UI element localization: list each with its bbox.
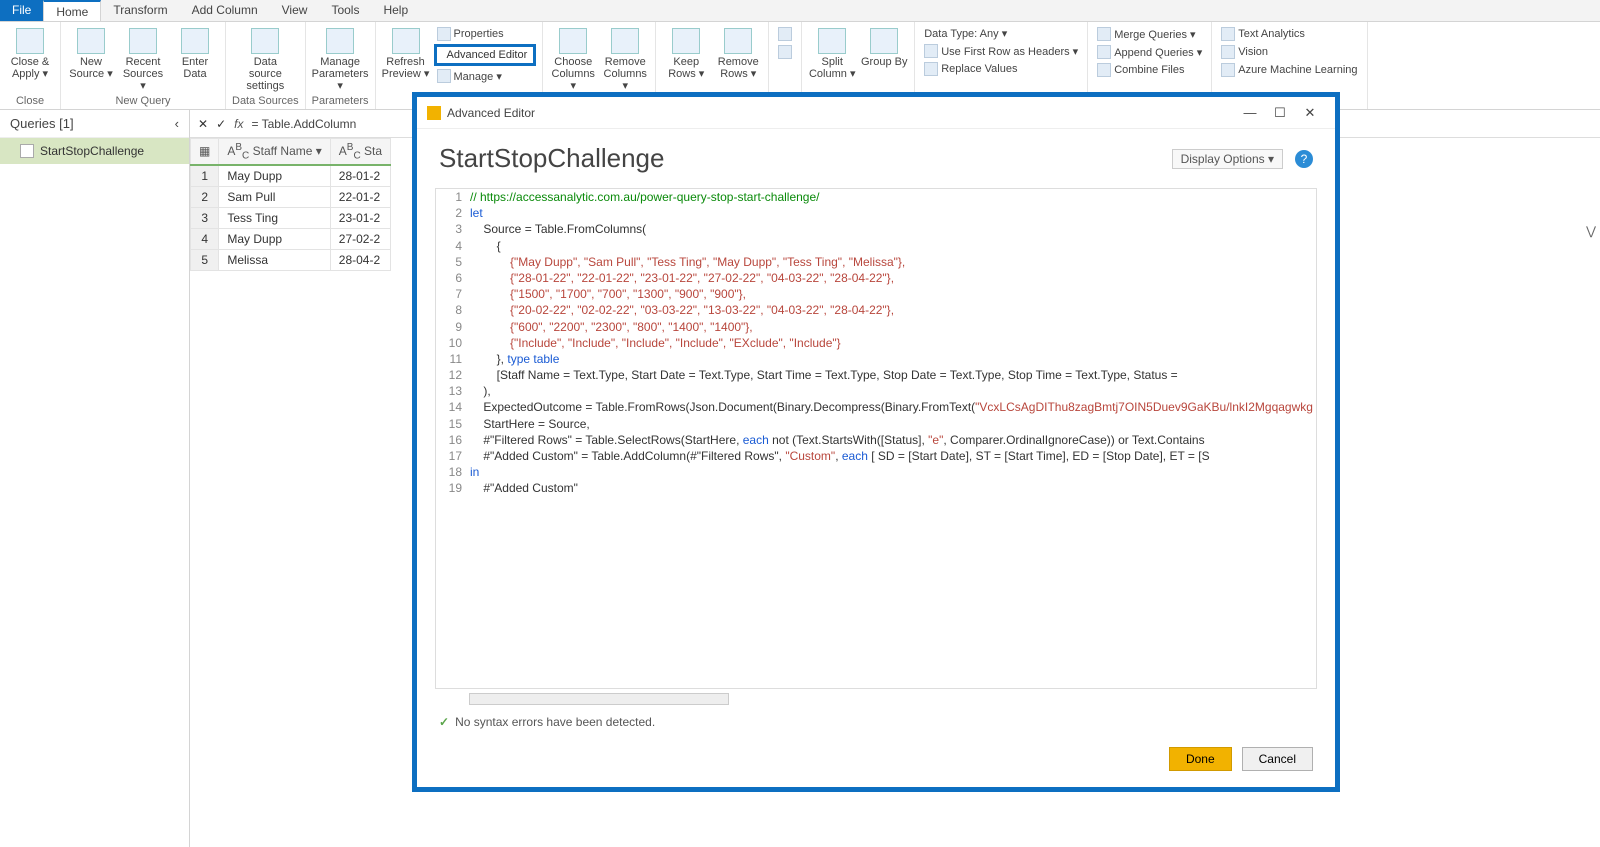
manage-parameters-button[interactable]: Manage Parameters ▾ bbox=[316, 24, 364, 92]
cell[interactable]: May Dupp bbox=[219, 165, 330, 187]
checkmark-icon: ✓ bbox=[439, 715, 449, 729]
append-queries-button[interactable]: Append Queries ▾ bbox=[1094, 44, 1205, 60]
group-label-data-sources: Data Sources bbox=[232, 95, 299, 109]
tab-transform[interactable]: Transform bbox=[101, 0, 179, 21]
formula-cancel-icon[interactable]: ✕ bbox=[198, 117, 208, 131]
remove-rows-button[interactable]: Remove Rows ▾ bbox=[714, 24, 762, 80]
text-analytics-button[interactable]: Text Analytics bbox=[1218, 26, 1308, 42]
remove-columns-button[interactable]: Remove Columns ▾ bbox=[601, 24, 649, 92]
cell[interactable]: 28-01-2 bbox=[330, 165, 390, 187]
tab-help[interactable]: Help bbox=[371, 0, 420, 21]
syntax-status-text: No syntax errors have been detected. bbox=[455, 715, 655, 729]
query-settings-toggle-icon[interactable]: ⋁ bbox=[1586, 224, 1596, 238]
vision-button[interactable]: Vision bbox=[1218, 44, 1271, 60]
split-column-button[interactable]: Split Column ▾ bbox=[808, 24, 856, 80]
refresh-preview-button[interactable]: Refresh Preview ▾ bbox=[382, 24, 430, 80]
close-button[interactable]: ✕ bbox=[1295, 105, 1325, 121]
queries-pane: Queries [1] ‹ StartStopChallenge bbox=[0, 110, 190, 847]
new-source-button[interactable]: New Source ▾ bbox=[67, 24, 115, 80]
cancel-button[interactable]: Cancel bbox=[1242, 747, 1313, 771]
done-button[interactable]: Done bbox=[1169, 747, 1232, 771]
cell[interactable]: Tess Ting bbox=[219, 208, 330, 229]
sort-asc-button[interactable] bbox=[775, 26, 795, 42]
group-label-close: Close bbox=[16, 95, 44, 109]
row-num[interactable]: 4 bbox=[191, 229, 219, 250]
ribbon-tabs: File Home Transform Add Column View Tool… bbox=[0, 0, 1600, 22]
group-label-new-query: New Query bbox=[115, 95, 170, 109]
first-row-headers-button[interactable]: Use First Row as Headers ▾ bbox=[921, 43, 1081, 59]
tab-file[interactable]: File bbox=[0, 0, 43, 21]
tab-add-column[interactable]: Add Column bbox=[180, 0, 270, 21]
table-icon bbox=[20, 144, 34, 158]
help-icon[interactable]: ? bbox=[1295, 150, 1313, 168]
merge-queries-button[interactable]: Merge Queries ▾ bbox=[1094, 26, 1198, 42]
recent-sources-button[interactable]: Recent Sources ▾ bbox=[119, 24, 167, 92]
query-item-startstopchallenge[interactable]: StartStopChallenge bbox=[0, 138, 189, 164]
tab-tools[interactable]: Tools bbox=[319, 0, 371, 21]
data-type-button[interactable]: Data Type: Any ▾ bbox=[921, 26, 1010, 41]
row-num[interactable]: 2 bbox=[191, 187, 219, 208]
cell[interactable]: Sam Pull bbox=[219, 187, 330, 208]
cell[interactable]: 23-01-2 bbox=[330, 208, 390, 229]
cell[interactable]: May Dupp bbox=[219, 229, 330, 250]
group-label-parameters: Parameters bbox=[312, 95, 369, 109]
query-item-label: StartStopChallenge bbox=[40, 144, 144, 158]
minimize-button[interactable]: — bbox=[1235, 105, 1265, 120]
cell[interactable]: 28-04-2 bbox=[330, 250, 390, 271]
keep-rows-button[interactable]: Keep Rows ▾ bbox=[662, 24, 710, 80]
cell[interactable]: 22-01-2 bbox=[330, 187, 390, 208]
queries-title: Queries [1] bbox=[10, 116, 74, 131]
dialog-heading: StartStopChallenge bbox=[439, 143, 664, 174]
maximize-button[interactable]: ☐ bbox=[1265, 105, 1295, 121]
row-num[interactable]: 1 bbox=[191, 165, 219, 187]
enter-data-button[interactable]: Enter Data bbox=[171, 24, 219, 80]
combine-files-button[interactable]: Combine Files bbox=[1094, 62, 1187, 78]
advanced-editor-dialog: Advanced Editor — ☐ ✕ StartStopChallenge… bbox=[412, 92, 1340, 792]
code-editor[interactable]: 1// https://accessanalytic.com.au/power-… bbox=[435, 188, 1317, 689]
advanced-editor-button[interactable]: Advanced Editor bbox=[434, 44, 537, 66]
fx-icon[interactable]: fx bbox=[234, 117, 243, 131]
data-source-settings-button[interactable]: Data source settings bbox=[241, 24, 289, 92]
row-num[interactable]: 5 bbox=[191, 250, 219, 271]
choose-columns-button[interactable]: Choose Columns ▾ bbox=[549, 24, 597, 92]
close-apply-button[interactable]: Close & Apply ▾ bbox=[6, 24, 54, 80]
cell[interactable]: Melissa bbox=[219, 250, 330, 271]
editor-horizontal-scrollbar[interactable] bbox=[469, 693, 729, 705]
azure-ml-button[interactable]: Azure Machine Learning bbox=[1218, 62, 1360, 78]
data-grid: ▦ ABC Staff Name ▾ ABC Sta 1May Dupp28-0… bbox=[190, 138, 391, 271]
dialog-app-icon bbox=[427, 106, 441, 120]
col-header-staff-name[interactable]: ABC Staff Name ▾ bbox=[219, 139, 330, 166]
sort-desc-button[interactable] bbox=[775, 44, 795, 60]
manage-button[interactable]: Manage ▾ bbox=[434, 68, 505, 84]
row-selector-header[interactable]: ▦ bbox=[191, 139, 219, 166]
formula-commit-icon[interactable]: ✓ bbox=[216, 117, 226, 131]
tab-view[interactable]: View bbox=[270, 0, 320, 21]
queries-collapse-icon[interactable]: ‹ bbox=[175, 116, 179, 131]
row-num[interactable]: 3 bbox=[191, 208, 219, 229]
display-options-dropdown[interactable]: Display Options ▾ bbox=[1172, 149, 1283, 169]
cell[interactable]: 27-02-2 bbox=[330, 229, 390, 250]
tab-home[interactable]: Home bbox=[43, 0, 101, 21]
dialog-title: Advanced Editor bbox=[447, 106, 535, 120]
properties-button[interactable]: Properties bbox=[434, 26, 507, 42]
col-header-start-date[interactable]: ABC Sta bbox=[330, 139, 390, 166]
group-by-button[interactable]: Group By bbox=[860, 24, 908, 68]
replace-values-button[interactable]: Replace Values bbox=[921, 61, 1020, 77]
